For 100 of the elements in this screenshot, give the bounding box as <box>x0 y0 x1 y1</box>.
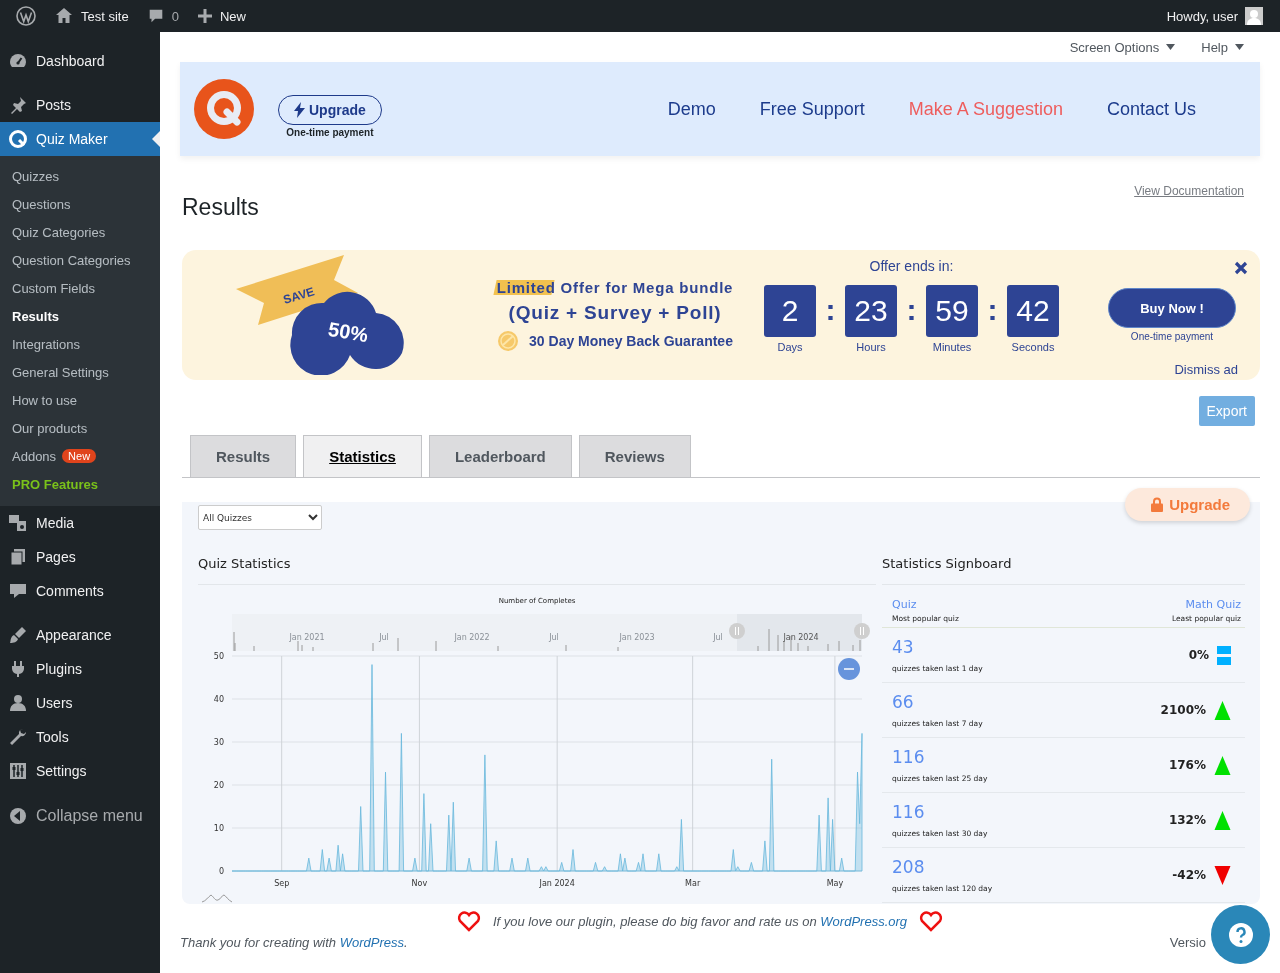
page-title: Results <box>182 194 259 221</box>
nav-link[interactable]: Contact Us <box>1106 98 1196 120</box>
close-icon[interactable] <box>1234 261 1248 275</box>
nav-link[interactable]: Free Support <box>759 98 865 120</box>
menu-item[interactable]: Pages <box>0 540 160 574</box>
range-handle[interactable] <box>729 623 745 639</box>
countdown-value: 2 <box>764 285 816 337</box>
question-icon <box>1227 921 1254 948</box>
tab[interactable]: Leaderboard <box>428 435 572 477</box>
countdown-separator: : <box>986 292 999 328</box>
submenu-item[interactable]: Questions <box>0 190 160 218</box>
rate-link[interactable]: WordPress.org <box>820 913 908 929</box>
change-percent: -42% <box>1172 868 1206 882</box>
menu-item[interactable]: Settings <box>0 754 160 788</box>
menu-item[interactable]: Appearance <box>0 618 160 652</box>
submenu-item[interactable]: Our products <box>0 414 160 442</box>
x-tick-label: May <box>826 879 844 888</box>
navigator-label: Jul <box>549 633 559 642</box>
menu-item[interactable]: Users <box>0 686 160 720</box>
range-handle[interactable] <box>854 623 870 639</box>
tab[interactable]: Reviews <box>578 435 691 477</box>
nav-link[interactable]: Demo <box>667 98 716 120</box>
offer-ends-label: Offer ends in: <box>868 258 955 274</box>
sliders-icon <box>8 761 28 781</box>
home-icon <box>54 6 74 26</box>
heart-icon <box>919 910 944 932</box>
help-button[interactable]: Help <box>1195 39 1250 55</box>
navigator-label: Jan 2022 <box>454 633 490 642</box>
guarantee-text: 30 Day Money Back Guarantee <box>529 332 733 349</box>
tab[interactable]: Results <box>190 435 297 477</box>
y-tick-label: 20 <box>213 781 224 790</box>
x-tick-label: Nov <box>411 879 428 888</box>
offer-bundle: (Quiz + Survey + Poll) <box>508 301 722 324</box>
navigator-label: Jul <box>379 633 389 642</box>
countdown-unit: Seconds <box>1011 341 1055 353</box>
y-tick-label: 40 <box>213 695 224 704</box>
paintbrush-icon <box>8 625 28 645</box>
chart-logo-icon <box>201 894 233 903</box>
submenu-item[interactable]: Integrations <box>0 330 160 358</box>
quiz-name: Math Quiz <box>1185 598 1241 611</box>
buy-note: One-time payment <box>1130 331 1214 342</box>
change-percent: 132% <box>1168 813 1206 827</box>
submenu-item[interactable]: Quiz Categories <box>0 218 160 246</box>
new-content-link[interactable]: New <box>187 0 255 32</box>
submenu-item[interactable]: Quizzes <box>0 162 160 190</box>
navigator-label: Jan 2023 <box>619 633 655 642</box>
menu-item[interactable]: Posts <box>0 88 160 122</box>
comments-link[interactable]: 0 <box>137 0 188 32</box>
quiz-count: 116 <box>892 747 926 767</box>
dismiss-ad-link[interactable]: Dismiss ad <box>1174 362 1238 377</box>
countdown-unit: Hours <box>856 341 886 353</box>
zoom-out-button[interactable] <box>838 658 860 680</box>
countdown-value: 23 <box>845 285 897 337</box>
collapse-menu-button[interactable]: Collapse menu <box>0 798 160 834</box>
wordpress-link[interactable]: WordPress <box>339 935 404 950</box>
new-badge: New <box>62 449 97 463</box>
countdown-unit: Days <box>777 341 803 353</box>
menu-item[interactable]: Comments <box>0 574 160 608</box>
quiz-count: 43 <box>892 637 915 657</box>
countdown-separator: : <box>824 292 837 328</box>
documentation-link[interactable]: View Documentation <box>1134 184 1244 198</box>
quiz-name: Quiz <box>892 598 918 611</box>
submenu-item[interactable]: Question Categories <box>0 246 160 274</box>
menu-item[interactable]: Media <box>0 506 160 540</box>
menu-item[interactable]: Tools <box>0 720 160 754</box>
heart-icon <box>456 910 481 932</box>
submenu-item[interactable]: PRO Features <box>0 470 160 498</box>
change-percent: 176% <box>1168 758 1206 772</box>
speech-bubble-icon <box>8 581 28 601</box>
version-text: Versio <box>1169 935 1206 950</box>
menu-item[interactable]: Plugins <box>0 652 160 686</box>
buy-now-button[interactable]: Buy Now ! <box>1108 288 1236 328</box>
menu-item[interactable]: Dashboard <box>0 44 160 78</box>
navigator-label: Jan 2021 <box>289 633 325 642</box>
y-tick-label: 30 <box>213 738 224 747</box>
x-tick-label: Mar <box>685 879 701 888</box>
submenu-item[interactable]: How to use <box>0 386 160 414</box>
change-percent: 2100% <box>1160 703 1206 717</box>
save-label: SAVE <box>281 284 317 307</box>
countdown-unit: Minutes <box>932 341 972 353</box>
site-name-link[interactable]: Test site <box>45 0 138 32</box>
submenu-item[interactable]: General Settings <box>0 358 160 386</box>
tab[interactable]: Statistics <box>303 435 422 477</box>
caret-icon <box>1166 44 1176 50</box>
upgrade-note: One-time payment <box>286 126 374 138</box>
submenu-item[interactable]: Results <box>0 302 160 330</box>
y-tick-label: 50 <box>213 652 224 661</box>
submenu-item[interactable]: Custom Fields <box>0 274 160 302</box>
discount-label: 50% <box>326 317 370 347</box>
change-percent: 0% <box>1188 648 1209 662</box>
pages-icon <box>8 547 28 567</box>
quiz-filter-dropdown[interactable]: All Quizzes <box>198 505 322 530</box>
lock-icon <box>1151 497 1164 512</box>
submenu-item[interactable]: Addons New <box>0 442 160 470</box>
menu-item[interactable]: Quiz Maker <box>0 122 160 156</box>
screen-options-button[interactable]: Screen Options <box>1063 39 1182 55</box>
quiz-count: 66 <box>892 692 915 712</box>
navigator-label: Jan 2024 <box>783 633 819 642</box>
countdown-value: 59 <box>926 285 978 337</box>
account-link[interactable]: Howdy, user <box>1157 0 1272 32</box>
